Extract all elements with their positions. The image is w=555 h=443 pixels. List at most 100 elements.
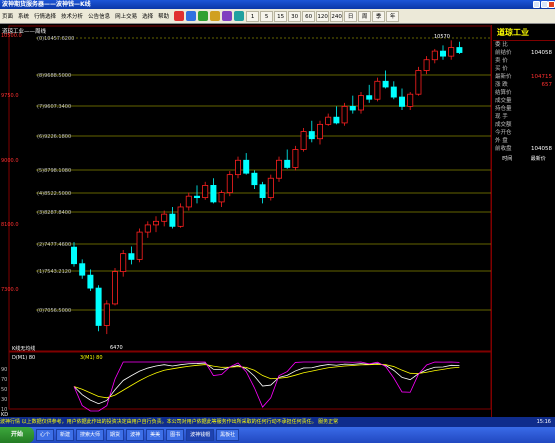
candle-body[interactable] (357, 95, 364, 111)
candle-body[interactable] (79, 263, 86, 276)
candle-body[interactable] (398, 96, 405, 107)
close-button[interactable] (548, 1, 555, 8)
candle-body[interactable] (431, 50, 438, 61)
candle-body[interactable] (292, 149, 299, 168)
candle-body[interactable] (341, 106, 348, 124)
period-15min-button[interactable]: 15 (274, 10, 288, 22)
period-5min-button[interactable]: 5 (260, 10, 274, 22)
candle-body[interactable] (161, 213, 168, 222)
period-240min-button[interactable]: 240 (330, 10, 344, 22)
period-year-button[interactable]: 年 (386, 10, 400, 22)
menu-item-help[interactable]: 帮助 (158, 12, 169, 20)
taskbar-item[interactable]: 波神 (126, 429, 145, 441)
candle-body[interactable] (243, 159, 250, 174)
quote-field-row: 买 价 (493, 65, 555, 73)
start-button[interactable]: 开始 (0, 427, 34, 443)
candle-body[interactable] (325, 116, 332, 125)
candle-body[interactable] (185, 195, 192, 208)
menu-item-select[interactable]: 选择 (142, 12, 153, 20)
candle-body[interactable] (308, 131, 315, 140)
candle-body[interactable] (316, 123, 323, 140)
period-60min-button[interactable]: 60 (302, 10, 316, 22)
candle-body[interactable] (177, 206, 184, 227)
candle-body[interactable] (407, 93, 414, 107)
candle-body[interactable] (152, 220, 159, 226)
menu-item-online-trading[interactable]: 网上交易 (115, 12, 137, 20)
candle-body[interactable] (202, 185, 209, 199)
candle-body[interactable] (423, 59, 430, 71)
candle-body[interactable] (374, 80, 381, 100)
candle-body[interactable] (456, 47, 463, 53)
taskbar-item[interactable]: 搜索大师 (76, 429, 105, 441)
chart-area[interactable]: 道琼工业——周线 10500.0 9750.0 9000.0 8100.0 73… (0, 25, 492, 418)
candle-body[interactable] (333, 116, 340, 124)
quote-field-value: 104715 (531, 74, 552, 80)
taskbar-item[interactable]: 期货 (106, 429, 125, 441)
candle-body[interactable] (193, 195, 200, 199)
menu-item-quote-select[interactable]: 行情选择 (34, 12, 56, 20)
candle-body[interactable] (390, 86, 397, 98)
taskbar-item[interactable]: 图书 (166, 429, 185, 441)
candle-body[interactable] (275, 159, 282, 179)
candle-body[interactable] (382, 80, 389, 88)
candle-body[interactable] (366, 95, 373, 100)
candle-body[interactable] (128, 253, 135, 260)
maximize-button[interactable] (541, 1, 548, 8)
candle-body[interactable] (251, 172, 258, 186)
period-quarter-button[interactable]: 季 (372, 10, 386, 22)
minimize-button[interactable] (533, 1, 540, 8)
candle-body[interactable] (136, 231, 143, 260)
taskbar-item[interactable]: 黑板社 (216, 429, 240, 441)
menu-item-technical-analysis[interactable]: 技术分析 (61, 12, 83, 20)
period-week-button[interactable]: 周 (358, 10, 372, 22)
candle-body[interactable] (169, 213, 176, 227)
candle-body[interactable] (267, 177, 274, 199)
y-tick-label: 10500.0 (1, 33, 22, 39)
candle-body[interactable] (120, 253, 127, 272)
candle-body[interactable] (226, 174, 233, 193)
candle-body[interactable] (415, 70, 422, 95)
quote-field-label: 涨 跌 (495, 82, 508, 88)
candlestick-series[interactable] (71, 40, 463, 335)
candle-body[interactable] (103, 303, 110, 326)
tab-last-price[interactable]: 最新价 (531, 155, 546, 162)
candle-body[interactable] (144, 224, 151, 233)
quote-field-value: 104058 (531, 50, 552, 56)
kline-chart[interactable]: 道琼工业——周线 10500.0 9750.0 9000.0 8100.0 73… (0, 25, 492, 418)
period-120min-button[interactable]: 120 (316, 10, 330, 22)
candle-body[interactable] (349, 106, 356, 111)
candle-body[interactable] (218, 192, 225, 203)
refresh-icon[interactable] (234, 11, 245, 21)
period-day-button[interactable]: 日 (344, 10, 358, 22)
quote-icon[interactable] (186, 11, 197, 21)
taskbar-item[interactable]: 波神钱帽 (186, 429, 215, 441)
quote-field-row: 涨 跌 657 (493, 81, 555, 89)
period-30min-button[interactable]: 30 (288, 10, 302, 22)
stat-label: K线无均线 (12, 345, 35, 352)
candle-body[interactable] (234, 159, 241, 176)
candle-body[interactable] (439, 50, 446, 57)
taskbar-item[interactable]: 新建 (56, 429, 75, 441)
trade-icon[interactable] (222, 11, 233, 21)
stop-icon[interactable] (174, 11, 185, 21)
tab-time[interactable]: 时间 (502, 155, 512, 162)
candle-body[interactable] (284, 159, 291, 168)
chart-icon[interactable] (198, 11, 209, 21)
menu-item-page[interactable]: 页面 (2, 12, 13, 20)
candle-body[interactable] (87, 274, 94, 289)
candle-body[interactable] (259, 184, 266, 199)
candle-body[interactable] (71, 246, 78, 265)
news-icon[interactable] (210, 11, 221, 21)
taskbar-item[interactable]: 美美 (146, 429, 165, 441)
candle-body[interactable] (95, 287, 102, 326)
taskbar-item[interactable]: 心个 (36, 429, 55, 441)
period-1min-button[interactable]: 1 (246, 10, 260, 22)
menu-item-announcements[interactable]: 公告信息 (88, 12, 110, 20)
candle-body[interactable] (112, 271, 119, 305)
candle-body[interactable] (448, 47, 455, 57)
candle-body[interactable] (210, 185, 217, 203)
candle-body[interactable] (300, 131, 307, 150)
quote-field-row: 今开仓 (493, 129, 555, 137)
quote-field-value: 104058 (531, 146, 552, 152)
menu-item-system[interactable]: 系统 (18, 12, 29, 20)
